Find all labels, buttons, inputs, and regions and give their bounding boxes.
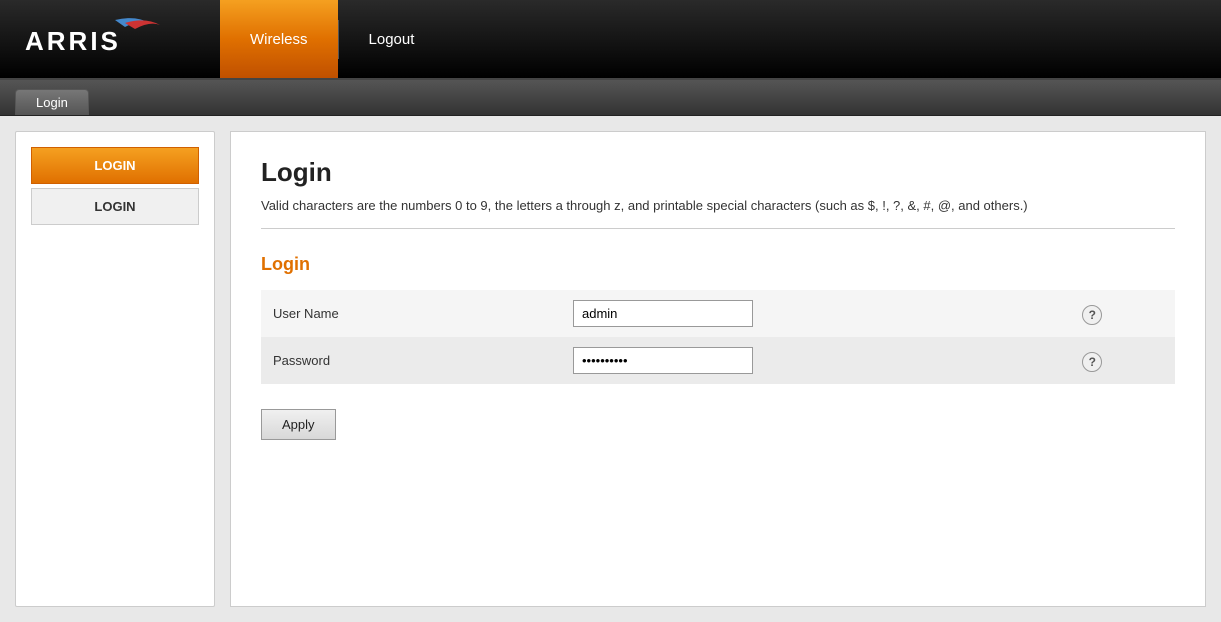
nav-item-logout[interactable]: Logout — [339, 0, 445, 78]
top-navigation: ARRIS Wireless Logout — [0, 0, 1221, 80]
password-label: Password — [261, 337, 561, 384]
main-content: LOGIN LOGIN Login Valid characters are t… — [0, 116, 1221, 622]
section-title: Login — [261, 254, 1175, 275]
table-row-password: Password ? — [261, 337, 1175, 384]
password-help-cell: ? — [1074, 337, 1175, 384]
username-help-cell: ? — [1074, 290, 1175, 337]
page-description: Valid characters are the numbers 0 to 9,… — [261, 198, 1175, 229]
password-input-cell — [561, 337, 1074, 384]
svg-text:ARRIS: ARRIS — [25, 26, 121, 56]
password-help-icon[interactable]: ? — [1082, 352, 1102, 372]
username-label: User Name — [261, 290, 561, 337]
nav-item-wireless[interactable]: Wireless — [220, 0, 338, 78]
sidebar-item-login-active[interactable]: LOGIN — [31, 147, 199, 184]
table-row-username: User Name ? — [261, 290, 1175, 337]
login-form-table: User Name ? Password ? — [261, 290, 1175, 384]
logo-area: ARRIS — [0, 0, 220, 78]
sub-tab-login[interactable]: Login — [15, 89, 89, 115]
nav-items: Wireless Logout — [220, 0, 444, 78]
content-panel: Login Valid characters are the numbers 0… — [230, 131, 1206, 607]
arris-logo: ARRIS — [20, 15, 180, 63]
sub-header: Login — [0, 80, 1221, 116]
sidebar-item-login-secondary[interactable]: LOGIN — [31, 188, 199, 225]
username-help-icon[interactable]: ? — [1082, 305, 1102, 325]
page-title: Login — [261, 157, 1175, 188]
username-input[interactable] — [573, 300, 753, 327]
apply-button[interactable]: Apply — [261, 409, 336, 440]
sidebar: LOGIN LOGIN — [15, 131, 215, 607]
username-input-cell — [561, 290, 1074, 337]
password-input[interactable] — [573, 347, 753, 374]
